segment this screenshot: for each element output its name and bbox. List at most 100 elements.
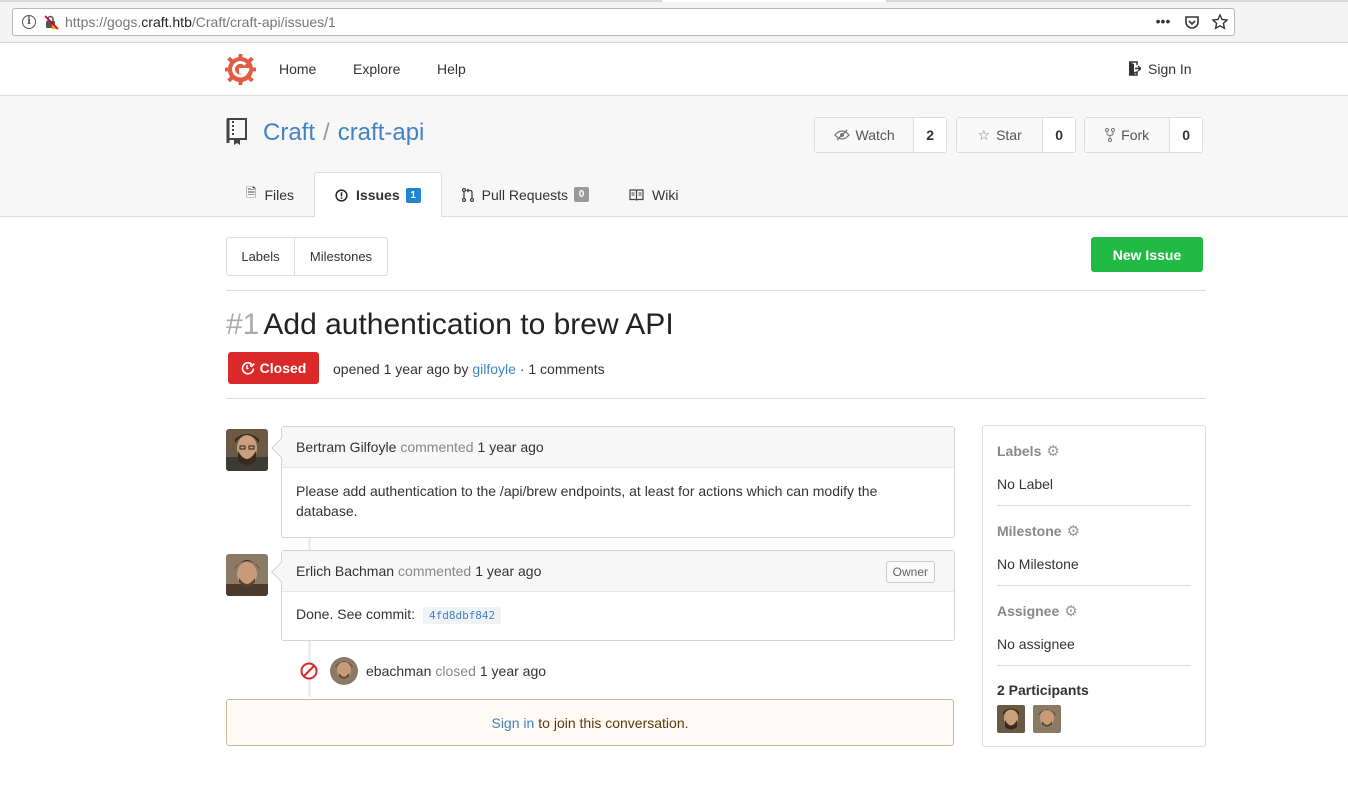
watch-label: Watch	[855, 127, 895, 143]
repo-name-link[interactable]: craft-api	[338, 119, 425, 146]
tab-files-label: Files	[264, 186, 295, 203]
fork-count[interactable]: 0	[1170, 118, 1202, 152]
event-user[interactable]: ebachman	[366, 663, 431, 679]
repo-separator: /	[323, 119, 330, 146]
milestone-value: No Milestone	[997, 556, 1079, 572]
signin-prompt-link[interactable]: Sign in	[491, 715, 534, 731]
pull-requests-count-badge: 0	[574, 187, 589, 202]
issue-comments-count: · 1 comments	[519, 361, 605, 377]
url-text[interactable]: https://gogs.craft.htb/Craft/craft-api/i…	[65, 14, 336, 30]
site-header: Home Explore Help Sign In	[0, 43, 1348, 96]
watch-button[interactable]: Watch	[815, 118, 915, 152]
divider	[997, 585, 1191, 586]
insecure-lock-icon[interactable]	[43, 14, 59, 30]
repo-header: Craft / craft-api Watch 2 ☆ Star 0 Fork 0 …	[0, 96, 1348, 218]
fork-icon	[1105, 128, 1116, 142]
assignee-value: No assignee	[997, 636, 1075, 652]
info-icon[interactable]: i	[22, 15, 36, 29]
fork-button-group: Fork 0	[1084, 117, 1203, 153]
comment-body: Done. See commit: 4fd8dbf842	[282, 592, 954, 639]
divider	[226, 290, 1206, 291]
avatar[interactable]	[226, 554, 268, 596]
event-time[interactable]: 1 year ago	[480, 663, 546, 679]
commit-sha-link[interactable]: 4fd8dbf842	[422, 607, 502, 624]
star-label: Star	[996, 127, 1022, 143]
issue-author-link[interactable]: gilfoyle	[472, 361, 516, 377]
comment-text: Done. See commit:	[296, 606, 416, 622]
page-actions-icon[interactable]: •••	[1154, 13, 1172, 31]
watch-count[interactable]: 2	[914, 118, 946, 152]
assignee-title: Assignee	[997, 603, 1060, 619]
book-icon	[629, 188, 644, 201]
url-prefix: https://gogs.	[65, 14, 142, 30]
signin-prompt: Sign in to join this conversation.	[226, 699, 954, 746]
labels-section: Labels ⚙ No Label	[997, 442, 1191, 492]
gear-icon[interactable]: ⚙	[1064, 602, 1077, 620]
repo-tabs: 🗎 Files Issues 1 Pull Requests 0 Wiki	[226, 172, 698, 218]
comment-author[interactable]: Erlich Bachman	[296, 563, 394, 579]
issue-opened-icon	[335, 188, 348, 202]
star-button[interactable]: ☆ Star	[957, 118, 1044, 152]
gogs-logo-icon[interactable]	[225, 54, 256, 85]
milestones-button[interactable]: Milestones	[295, 238, 387, 275]
url-path: /Craft/craft-api/issues/1	[191, 14, 336, 30]
issue-title-text: Add authentication to brew API	[263, 308, 674, 341]
owner-tag: Owner	[885, 561, 935, 583]
comment-header: Bertram Gilfoyle commented 1 year ago	[282, 427, 954, 468]
signin-prompt-text: to join this conversation.	[538, 714, 689, 731]
nav-explore[interactable]: Explore	[353, 61, 400, 77]
labels-title: Labels	[997, 443, 1042, 459]
new-issue-button[interactable]: New Issue	[1091, 237, 1203, 272]
tab-files[interactable]: 🗎 Files	[226, 172, 314, 217]
avatar[interactable]	[997, 705, 1025, 733]
assignee-section: Assignee ⚙ No assignee	[997, 602, 1191, 652]
status-label: Closed	[259, 360, 307, 376]
fork-label: Fork	[1121, 127, 1150, 143]
active-tab[interactable]	[661, 0, 887, 2]
issue-opened-text: opened 1 year ago by	[333, 361, 469, 377]
eye-slash-icon	[833, 129, 850, 141]
avatar[interactable]	[330, 657, 358, 685]
nav-help[interactable]: Help	[437, 61, 466, 77]
divider	[997, 505, 1191, 506]
browser-toolbar: i https://gogs.craft.htb/Craft/craft-api…	[0, 0, 1348, 43]
comment: Erlich Bachman commented 1 year ago Owne…	[271, 550, 955, 641]
comment-author[interactable]: Bertram Gilfoyle	[296, 439, 396, 455]
milestone-title: Milestone	[997, 523, 1062, 539]
gear-icon[interactable]: ⚙	[1067, 522, 1080, 540]
nav-home[interactable]: Home	[279, 61, 316, 77]
comment: Bertram Gilfoyle commented 1 year ago Pl…	[271, 426, 955, 538]
watch-button-group: Watch 2	[814, 117, 947, 153]
bookmark-star-icon[interactable]	[1211, 13, 1229, 31]
tab-wiki[interactable]: Wiki	[609, 172, 698, 217]
labels-milestones-group: Labels Milestones	[226, 237, 388, 276]
comment-time[interactable]: 1 year ago	[478, 439, 544, 455]
issue-title: #1 Add authentication to brew API	[226, 308, 674, 342]
address-bar[interactable]: i https://gogs.craft.htb/Craft/craft-api…	[12, 8, 1235, 36]
star-button-group: ☆ Star 0	[956, 117, 1076, 153]
repo-owner-link[interactable]: Craft	[263, 119, 315, 146]
tab-pull-requests-label: Pull Requests	[481, 186, 568, 203]
participants-avatars	[997, 705, 1191, 733]
ebachman-avatar-image	[330, 657, 358, 685]
pocket-icon[interactable]	[1183, 13, 1201, 31]
labels-button[interactable]: Labels	[227, 238, 295, 275]
close-event: ebachman closed 1 year ago	[300, 656, 546, 686]
tab-issues[interactable]: Issues 1	[314, 172, 442, 218]
avatar[interactable]	[1033, 705, 1061, 733]
status-badge: Closed	[228, 352, 319, 384]
fork-button[interactable]: Fork	[1085, 118, 1171, 152]
tab-pull-requests[interactable]: Pull Requests 0	[442, 172, 609, 217]
comment-action: commented	[400, 439, 474, 455]
file-text-icon: 🗎	[246, 184, 257, 200]
sign-in-link[interactable]: Sign In	[1128, 61, 1192, 77]
avatar[interactable]	[226, 429, 268, 471]
milestone-section: Milestone ⚙ No Milestone	[997, 522, 1191, 572]
git-pull-request-icon	[461, 187, 474, 202]
url-domain: craft.htb	[141, 14, 192, 30]
comment-time[interactable]: 1 year ago	[475, 563, 541, 579]
star-count[interactable]: 0	[1043, 118, 1075, 152]
issue-meta: opened 1 year ago by gilfoyle · 1 commen…	[333, 361, 605, 377]
comment-body: Please add authentication to the /api/br…	[296, 483, 878, 519]
gear-icon[interactable]: ⚙	[1046, 442, 1059, 460]
